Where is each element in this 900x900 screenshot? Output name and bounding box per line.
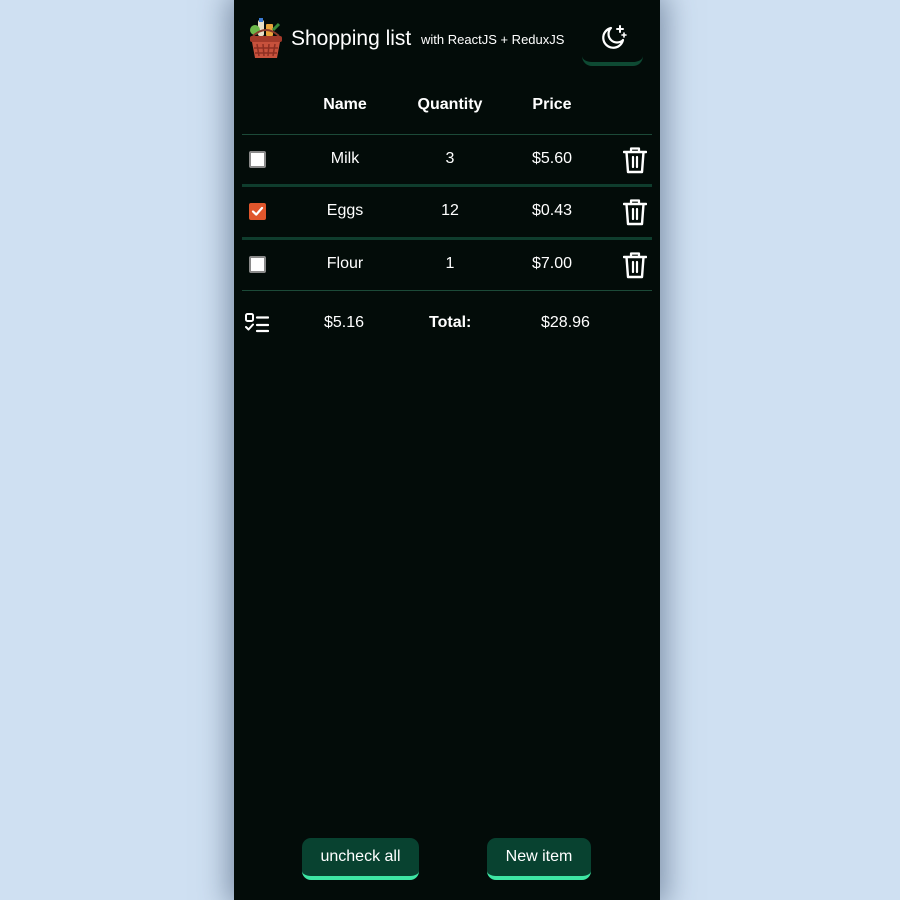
column-header-name: Name <box>323 96 367 113</box>
checklist-icon <box>245 313 269 333</box>
trash-icon[interactable] <box>623 146 647 174</box>
checked-items-total: $5.16 <box>324 314 365 331</box>
new-item-button[interactable]: New item <box>487 838 591 880</box>
app-title: Shopping list <box>291 27 412 50</box>
shopping-basket-icon <box>250 18 282 58</box>
table-row: Eggs 12 $0.43 <box>242 186 652 238</box>
shopping-list-app: Shopping list with ReactJS + ReduxJS Nam… <box>234 0 660 900</box>
item-quantity: 1 <box>445 255 455 272</box>
item-price: $5.60 <box>531 150 573 167</box>
moon-stars-icon <box>601 25 627 49</box>
item-price: $7.00 <box>531 255 573 272</box>
trash-icon[interactable] <box>623 198 647 226</box>
app-subtitle: with ReactJS + ReduxJS <box>421 32 565 47</box>
item-checkbox[interactable] <box>249 151 266 168</box>
uncheck-all-button[interactable]: uncheck all <box>302 838 419 880</box>
checkmark-icon <box>251 206 264 216</box>
item-price: $0.43 <box>531 202 573 219</box>
table-row: Milk 3 $5.60 <box>242 134 652 186</box>
theme-toggle-button[interactable] <box>582 14 643 66</box>
item-name: Milk <box>330 150 360 167</box>
row-divider <box>242 290 652 291</box>
item-name: Eggs <box>326 202 364 219</box>
header: Shopping list with ReactJS + ReduxJS <box>234 0 660 80</box>
item-checkbox[interactable] <box>249 256 266 273</box>
table-row: Flour 1 $7.00 <box>242 239 652 291</box>
item-quantity: 12 <box>441 202 459 219</box>
column-header-quantity: Quantity <box>417 96 483 113</box>
column-header-price: Price <box>532 96 572 113</box>
item-checkbox-checked[interactable] <box>249 203 266 220</box>
trash-icon[interactable] <box>623 251 647 279</box>
item-quantity: 3 <box>445 150 455 167</box>
total-label: Total: <box>429 314 472 331</box>
grand-total: $28.96 <box>541 314 590 331</box>
item-name: Flour <box>326 255 364 272</box>
